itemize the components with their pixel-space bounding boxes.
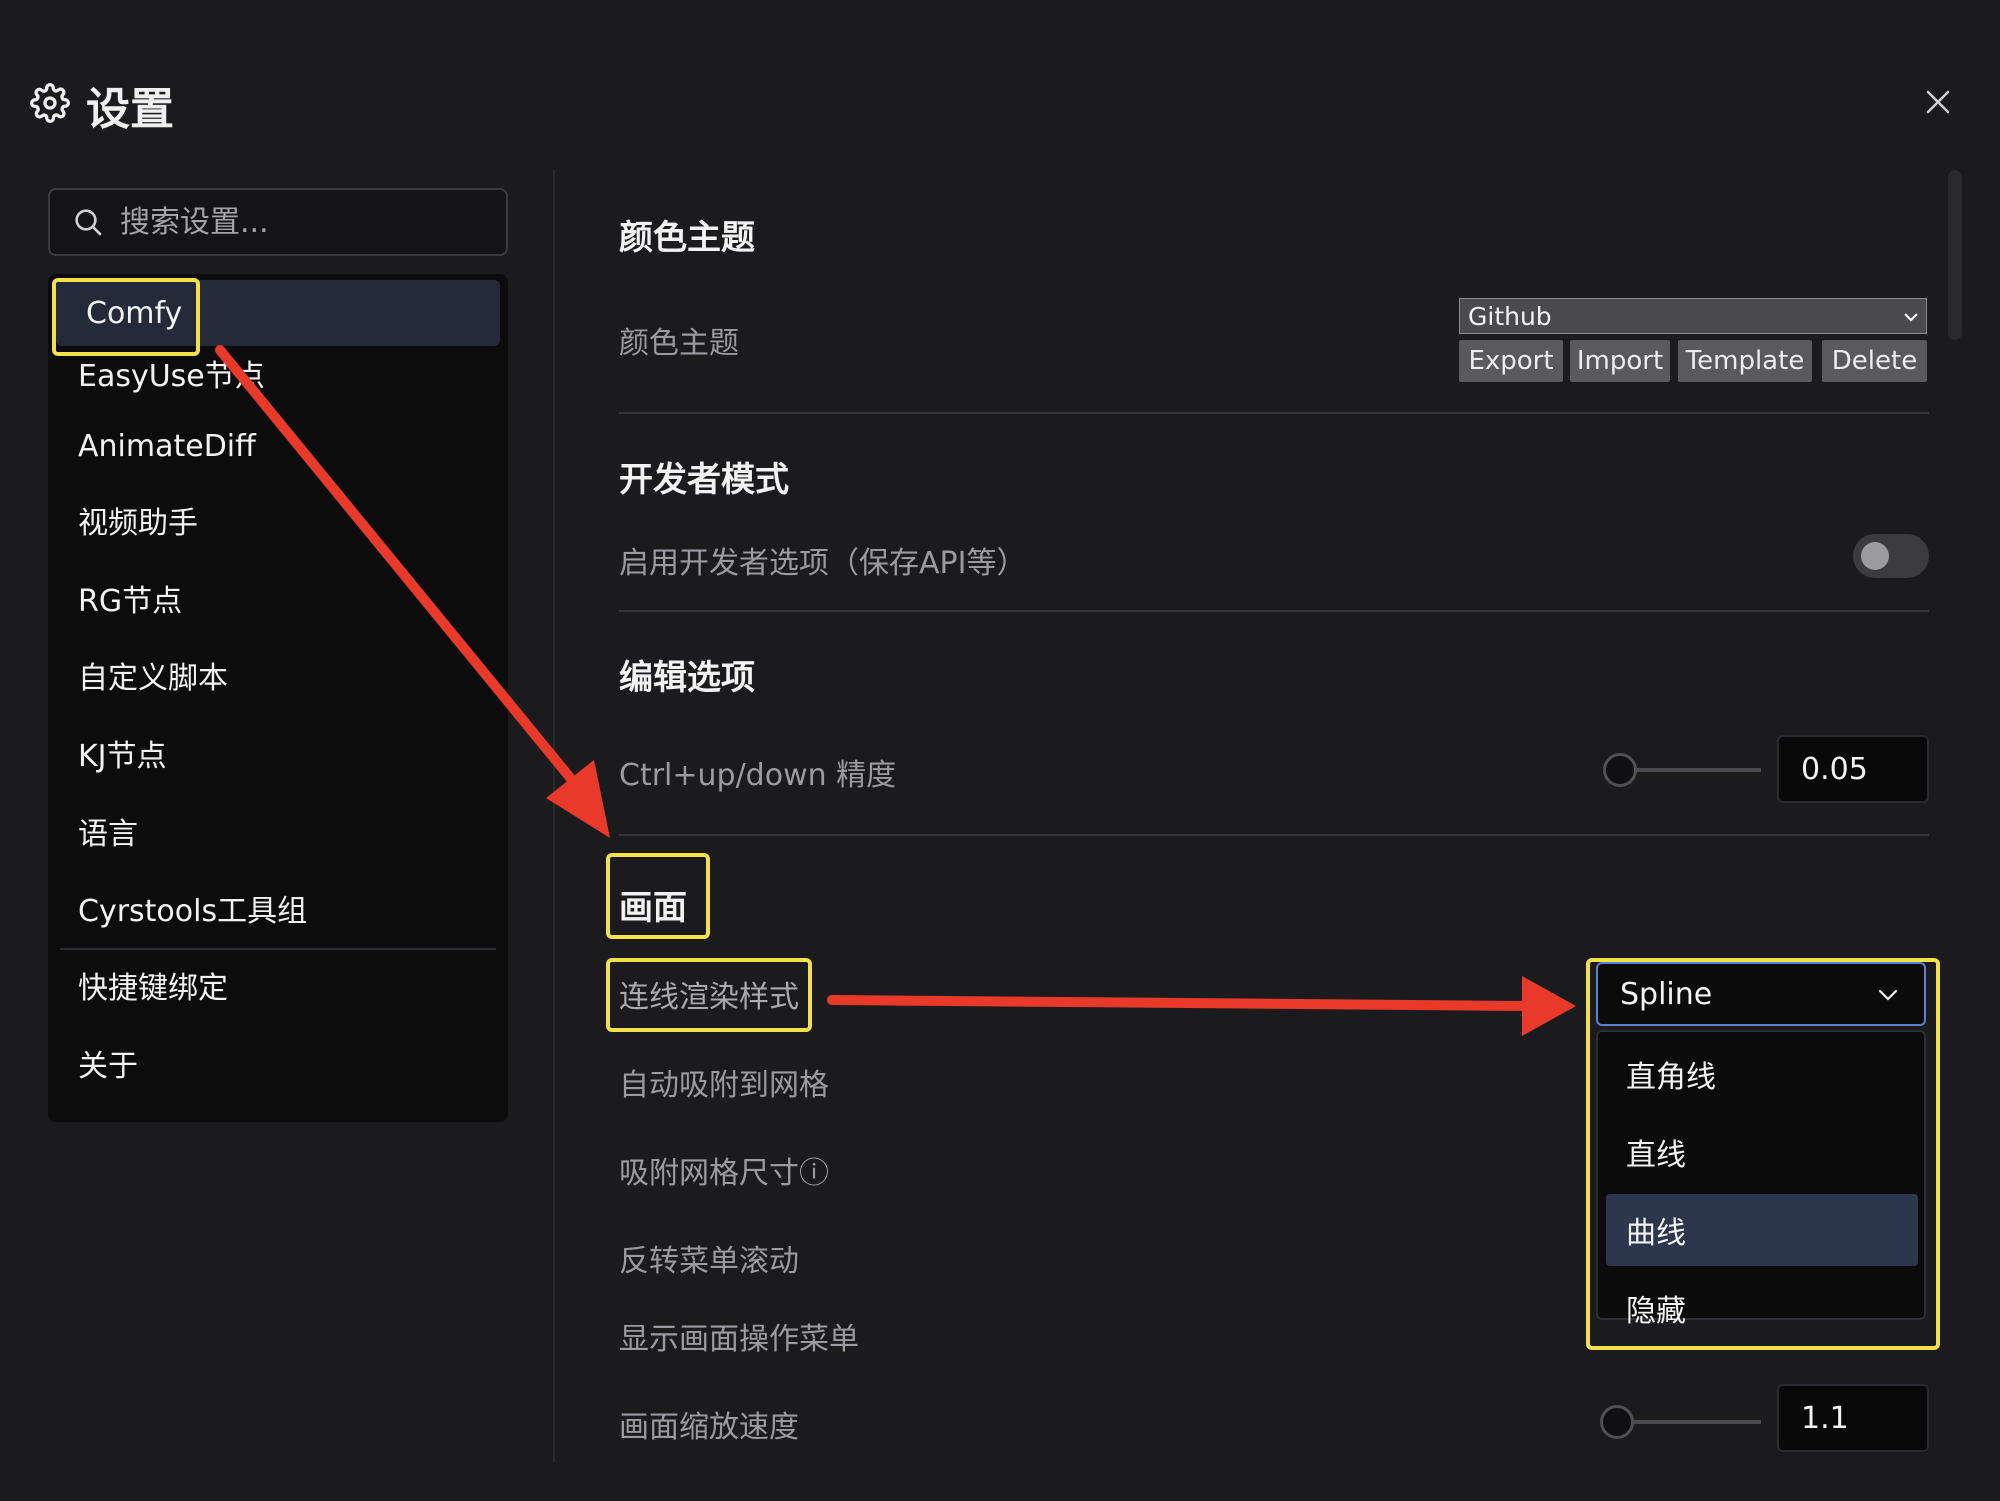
option-straight[interactable]: 直线 [1606,1116,1918,1188]
section-divider [619,412,1929,414]
link-style-select[interactable]: Spline [1596,962,1926,1026]
gear-icon [30,83,70,127]
option-curve[interactable]: 曲线 [1606,1194,1918,1266]
dialog-title: 设置 [86,84,174,135]
section-title-canvas: 画面 [619,888,687,928]
search-icon [75,209,102,236]
precision-slider-track[interactable] [1619,768,1761,772]
settings-nav: Comfy EasyUse节点 AnimateDiff 视频助手 RG节点 自定… [48,274,508,1122]
setting-label-zoom-speed: 画面缩放速度 [619,1410,799,1445]
sidebar-item-language[interactable]: 语言 [48,798,508,864]
search-input[interactable] [118,203,482,241]
sidebar-item-cyrstools[interactable]: Cyrstools工具组 [48,875,508,941]
zoom-slider-thumb[interactable] [1600,1405,1634,1439]
export-button[interactable]: Export [1459,340,1563,382]
panel-divider [553,170,555,1462]
chevron-down-icon [1904,313,1918,322]
dialog-header: 设置 [30,70,174,140]
zoom-speed-input[interactable]: 1.1 [1777,1384,1929,1452]
scrollbar[interactable] [1948,170,1962,340]
close-icon [1926,90,1950,114]
section-title-edit: 编辑选项 [619,658,755,698]
template-button[interactable]: Template [1678,340,1812,382]
settings-sidebar: Comfy EasyUse节点 AnimateDiff 视频助手 RG节点 自定… [48,188,508,1122]
close-button[interactable] [1916,80,1960,124]
option-hidden[interactable]: 隐藏 [1606,1272,1918,1344]
precision-slider-thumb[interactable] [1603,753,1637,787]
import-button[interactable]: Import [1570,340,1670,382]
section-title-color-theme: 颜色主题 [619,218,755,258]
section-title-dev-mode: 开发者模式 [619,460,789,500]
sidebar-item-custom-scripts[interactable]: 自定义脚本 [48,642,508,708]
sidebar-item-animatediff[interactable]: AnimateDiff [48,413,508,479]
sidebar-item-rg-nodes[interactable]: RG节点 [48,565,508,631]
sidebar-item-keybindings[interactable]: 快捷键绑定 [48,952,508,1018]
setting-label-color-theme: 颜色主题 [619,326,739,361]
option-right-angle[interactable]: 直角线 [1606,1038,1918,1110]
search-box[interactable] [48,188,508,256]
section-divider [619,834,1929,836]
toggle-knob [1861,542,1889,570]
nav-divider [60,948,496,950]
setting-label-show-canvas-menu: 显示画面操作菜单 [619,1322,859,1357]
precision-input[interactable]: 0.05 [1777,735,1929,803]
setting-label-link-render-style: 连线渲染样式 [619,980,799,1015]
color-theme-select[interactable]: Github [1459,298,1927,334]
sidebar-item-comfy[interactable]: Comfy [56,280,500,346]
setting-label-precision: Ctrl+up/down 精度 [619,758,897,793]
delete-button[interactable]: Delete [1822,340,1927,382]
link-style-dropdown: 直角线 直线 曲线 隐藏 [1596,1030,1926,1329]
setting-label-invert-menu-scroll: 反转菜单滚动 [619,1244,799,1279]
sidebar-item-about[interactable]: 关于 [48,1030,508,1096]
chevron-down-icon [1878,989,1898,1001]
setting-label-snap-grid-size: 吸附网格尺寸ⓘ [619,1156,829,1191]
sidebar-item-easyuse[interactable]: EasyUse节点 [48,340,508,406]
settings-dialog: 设置 Comfy EasyUse节点 AnimateDiff 视频助手 RG节点… [0,0,2000,1501]
sidebar-item-video-helper[interactable]: 视频助手 [48,487,508,553]
setting-label-snap-to-grid: 自动吸附到网格 [619,1068,829,1103]
dev-mode-toggle[interactable] [1853,534,1929,578]
sidebar-item-kj-nodes[interactable]: KJ节点 [48,720,508,786]
setting-label-dev-options: 启用开发者选项（保存API等） [619,546,1027,581]
section-divider [619,610,1929,612]
zoom-slider-track[interactable] [1617,1420,1761,1424]
